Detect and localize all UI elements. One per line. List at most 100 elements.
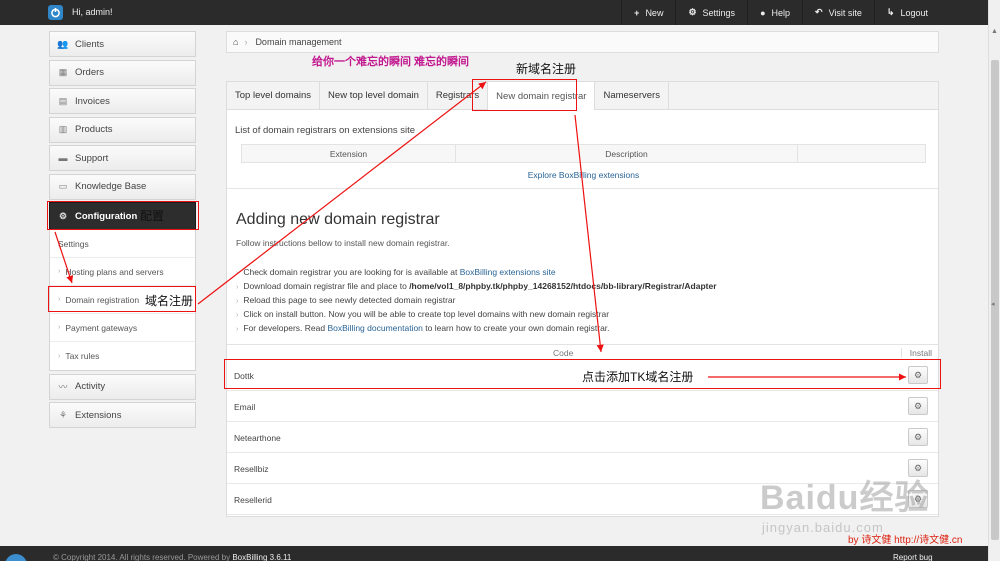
registrar-code: Email bbox=[234, 402, 256, 412]
home-icon[interactable]: ⌂ bbox=[233, 37, 238, 47]
column-header-description: Description bbox=[455, 144, 798, 163]
app-logo[interactable] bbox=[48, 5, 63, 20]
column-header-code: Code bbox=[553, 348, 574, 358]
arrow-icon: › bbox=[236, 270, 239, 277]
tab-nameservers[interactable]: Nameservers bbox=[595, 82, 669, 109]
submenu-label: Tax rules bbox=[65, 351, 100, 361]
page-heading: Adding new domain registrar bbox=[236, 211, 440, 228]
sidebar-item-label: Orders bbox=[75, 67, 105, 78]
column-header-install: Install bbox=[900, 348, 932, 358]
visit-icon: ↶ bbox=[815, 7, 823, 17]
tab-new-top-level-domain[interactable]: New top level domain bbox=[320, 82, 428, 109]
list-item: › Click on install button. Now you will b… bbox=[236, 307, 717, 321]
documentation-link[interactable]: BoxBilling documentation bbox=[327, 323, 422, 333]
install-button[interactable]: ⚙ bbox=[908, 397, 928, 415]
extensions-site-link[interactable]: BoxBilling extensions site bbox=[460, 267, 556, 277]
sidebar-item-label: Clients bbox=[75, 38, 105, 50]
highlight-new-registrar-tab bbox=[472, 79, 577, 111]
bullet-icon: › bbox=[58, 324, 61, 331]
copyright: © Copyright 2014. All rights reserved. P… bbox=[53, 553, 291, 561]
report-bug-link[interactable]: Report bug bbox=[893, 553, 933, 561]
arrow-icon: › bbox=[236, 284, 239, 291]
baidu-watermark: Baidu经验 jingyan.baidu.com bbox=[760, 450, 950, 545]
arrow-icon: › bbox=[236, 298, 239, 305]
submenu-label: Settings bbox=[58, 238, 89, 249]
submenu-tax-rules[interactable]: › Tax rules bbox=[50, 342, 195, 370]
submenu-hosting-plans[interactable]: › Hosting plans and servers bbox=[50, 258, 195, 286]
registrar-code: Resellerid bbox=[234, 495, 272, 505]
support-icon: ▬ bbox=[58, 153, 68, 163]
step-text: Download domain registrar file and place… bbox=[243, 281, 410, 291]
bullet-icon: › bbox=[58, 268, 61, 275]
footer: © Copyright 2014. All rights reserved. P… bbox=[0, 546, 988, 561]
help-bubble-icon[interactable] bbox=[5, 554, 27, 561]
list-item: › Check domain registrar you are looking … bbox=[236, 265, 717, 279]
step-text: Reload this page to see newly detected d… bbox=[243, 295, 456, 305]
sidebar-item-extensions[interactable]: ⚘ Extensions bbox=[49, 402, 196, 428]
invoices-icon: ▤ bbox=[58, 95, 68, 106]
sidebar-item-label: Knowledge Base bbox=[75, 181, 147, 192]
scroll-up-icon[interactable]: ▲ bbox=[991, 28, 998, 35]
sidebar-item-activity[interactable]: 〰 Activity bbox=[49, 373, 196, 400]
submenu-payment-gateways[interactable]: › Payment gateways bbox=[50, 314, 195, 342]
install-icon: ⚙ bbox=[913, 431, 923, 442]
logout-button[interactable]: ↳ Logout bbox=[873, 0, 988, 25]
sidebar-item-knowledge-base[interactable]: ▭ Knowledge Base bbox=[49, 173, 196, 200]
logout-label: Logout bbox=[900, 7, 928, 18]
visit-site-label: Visit site bbox=[828, 7, 862, 18]
knowledge-base-icon: ▭ bbox=[58, 181, 68, 191]
tab-top-level-domains[interactable]: Top level domains bbox=[227, 82, 321, 109]
watermark-url: jingyan.baidu.com bbox=[762, 520, 884, 535]
new-label: New bbox=[645, 7, 664, 18]
step-text: to learn how to create your own domain r… bbox=[422, 323, 610, 333]
breadcrumb: ⌂ › Domain management bbox=[226, 31, 939, 53]
page-scrollbar[interactable]: ▲ ◂ bbox=[988, 0, 1000, 561]
annotation-install-tk: 点击添加TK域名注册 bbox=[582, 370, 694, 384]
step-text: For developers. Read bbox=[243, 323, 328, 333]
column-header-empty bbox=[797, 144, 926, 163]
explore-extensions-link[interactable]: Explore BoxBilling extensions bbox=[528, 170, 640, 180]
sidebar-item-label: Invoices bbox=[75, 95, 110, 107]
submenu-label: Payment gateways bbox=[65, 322, 138, 333]
section-title: List of domain registrars on extensions … bbox=[235, 125, 416, 136]
top-nav: + New ⚙ Settings ● Help ↶ Visit site ↳ Logout bbox=[621, 0, 988, 25]
plus-icon: + bbox=[634, 7, 640, 18]
highlight-configuration bbox=[47, 201, 199, 230]
tab-bar: Top level domains New top level domain R… bbox=[227, 82, 938, 110]
instruction-list: › Check domain registrar you are looking … bbox=[236, 265, 717, 335]
settings-button[interactable]: ⚙ Settings bbox=[675, 0, 747, 25]
list-item: › Reload this page to see newly detected … bbox=[236, 293, 717, 307]
scroll-mid-icon: ◂ bbox=[991, 301, 995, 308]
extensions-icon: ⚘ bbox=[58, 409, 68, 420]
list-item: › For developers. Read BoxBilling documen… bbox=[236, 321, 717, 335]
divider bbox=[227, 188, 938, 189]
arrow-icon: › bbox=[236, 326, 239, 333]
visit-site-button[interactable]: ↶ Visit site bbox=[802, 0, 874, 25]
clients-icon: 👥 bbox=[57, 38, 69, 49]
brand-link[interactable]: BoxBilling 3.6.11 bbox=[232, 553, 291, 561]
column-header-extension: Extension bbox=[241, 144, 456, 163]
breadcrumb-current: Domain management bbox=[255, 37, 342, 47]
sidebar-item-label: Activity bbox=[75, 381, 106, 392]
submenu-settings[interactable]: Settings bbox=[50, 230, 195, 258]
registrar-code: Netearthone bbox=[234, 433, 281, 443]
table-row: Netearthone ⚙ bbox=[227, 422, 938, 453]
new-button[interactable]: + New bbox=[621, 0, 675, 25]
sidebar-item-support[interactable]: ▬ Support bbox=[49, 145, 196, 171]
annotation-new-registrar: 新域名注册 bbox=[516, 62, 577, 76]
step-text: Click on install button. Now you will be… bbox=[243, 309, 610, 319]
install-button[interactable]: ⚙ bbox=[908, 428, 928, 446]
sidebar-item-clients[interactable]: 👥 Clients bbox=[49, 31, 196, 57]
annotation-domain-registration: 域名注册 bbox=[145, 294, 194, 308]
sidebar-item-products[interactable]: ▥ Products bbox=[49, 116, 196, 143]
list-item: › Download domain registrar file and plac… bbox=[236, 279, 717, 293]
help-button[interactable]: ● Help bbox=[747, 0, 802, 25]
help-icon: ● bbox=[760, 7, 766, 18]
logout-icon: ↳ bbox=[886, 7, 895, 17]
sidebar-item-label: Extensions bbox=[75, 409, 122, 421]
step-text: Check domain registrar you are looking f… bbox=[243, 267, 460, 277]
sidebar-item-invoices[interactable]: ▤ Invoices bbox=[49, 88, 196, 114]
help-label: Help bbox=[771, 7, 791, 18]
sidebar-item-orders[interactable]: ▦ Orders bbox=[49, 59, 196, 86]
greeting: Hi, admin! bbox=[72, 7, 113, 17]
